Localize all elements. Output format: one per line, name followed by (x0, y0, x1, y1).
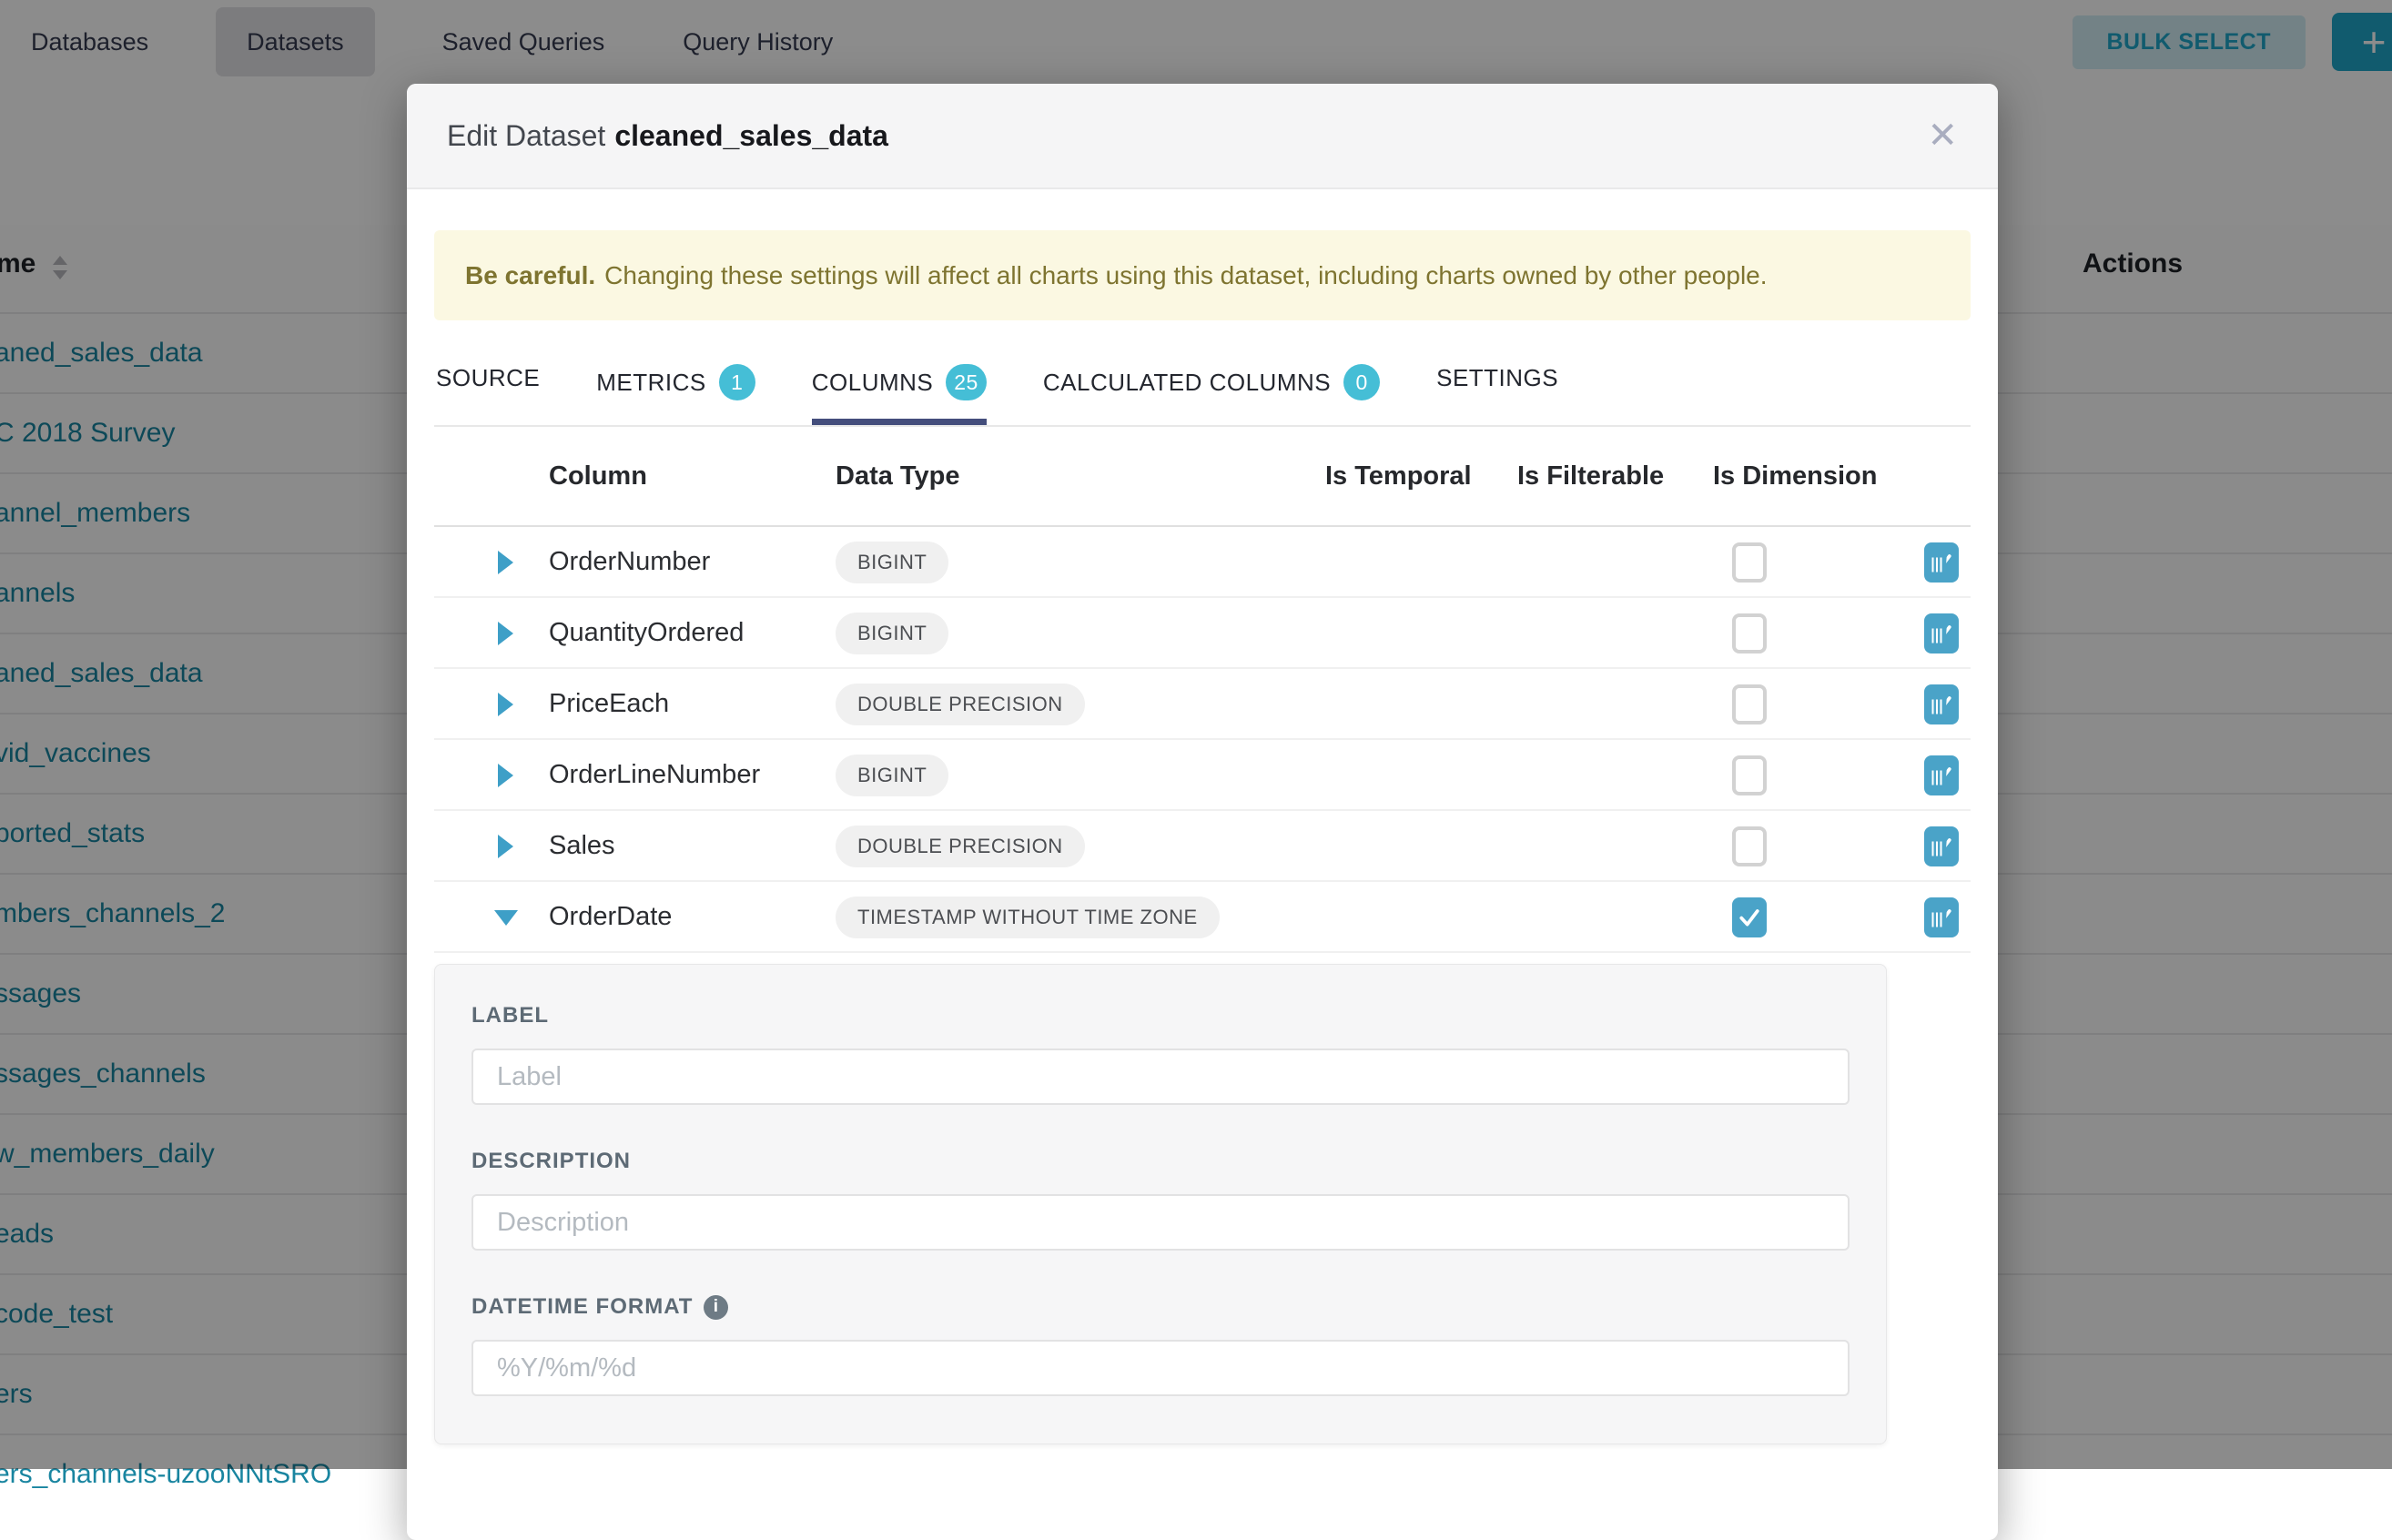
tab-count-badge: 1 (719, 364, 755, 400)
trash-icon (1925, 545, 1949, 576)
tab-count-badge: 0 (1343, 364, 1380, 400)
modal-tab[interactable]: SOURCE (436, 350, 540, 417)
column-row: OrderDate TIMESTAMP WITHOUT TIME ZONE (434, 882, 1971, 953)
column-row: Sales DOUBLE PRECISION (434, 811, 1971, 882)
data-type-pill: BIGINT (836, 755, 948, 796)
expand-caret-icon[interactable] (498, 551, 513, 574)
is-temporal-checkbox[interactable] (1732, 613, 1767, 653)
columns-table: Column Data Type Is Temporal Is Filterab… (434, 427, 1971, 953)
column-row: OrderNumber BIGINT (434, 527, 1971, 598)
modal-tab[interactable]: SETTINGS (1436, 350, 1558, 417)
close-icon: ✕ (1927, 116, 1958, 156)
expand-caret-icon[interactable] (498, 693, 513, 716)
modal-tab[interactable]: METRICS 1 (596, 350, 755, 425)
modal-title-dataset-name: cleaned_sales_data (614, 119, 888, 152)
expand-caret-icon[interactable] (498, 622, 513, 645)
column-row: PriceEach DOUBLE PRECISION (434, 669, 1971, 740)
column-detail-panel: LABEL DESCRIPTION DATETIME FORMAT i (434, 964, 1887, 1444)
warning-banner: Be careful. Changing these settings will… (434, 230, 1971, 320)
datetime-format-title-text: DATETIME FORMAT (471, 1294, 693, 1320)
is-temporal-checkbox[interactable] (1732, 897, 1767, 937)
modal-tab-label: SETTINGS (1436, 364, 1558, 392)
datetime-format-input[interactable] (471, 1340, 1850, 1396)
column-name: QuantityOrdered (549, 618, 744, 648)
modal-tab-label: SOURCE (436, 364, 540, 392)
delete-column-button[interactable] (1925, 900, 1949, 931)
columns-table-header: Column Data Type Is Temporal Is Filterab… (434, 427, 1971, 527)
is-temporal-header: Is Temporal (1325, 461, 1472, 491)
column-header: Column (549, 461, 647, 491)
trash-icon (1925, 900, 1949, 931)
datetime-format-field-title: DATETIME FORMAT i (471, 1294, 1850, 1320)
description-field-group: DESCRIPTION (471, 1149, 1850, 1251)
data-type-pill: DOUBLE PRECISION (836, 684, 1085, 725)
is-dimension-header: Is Dimension (1713, 461, 1878, 491)
modal-header: Edit Dataset cleaned_sales_data ✕ (407, 84, 1998, 189)
expand-caret-icon[interactable] (498, 764, 513, 787)
label-field-group: LABEL (471, 1003, 1850, 1105)
trash-icon (1925, 616, 1949, 647)
column-row: QuantityOrdered BIGINT (434, 598, 1971, 669)
data-type-header: Data Type (836, 461, 959, 491)
column-name: OrderNumber (549, 547, 710, 577)
modal-title-prefix: Edit Dataset (447, 119, 605, 152)
modal-tab-label: METRICS (596, 369, 706, 397)
column-name: OrderLineNumber (549, 760, 760, 790)
column-row: OrderLineNumber BIGINT (434, 740, 1971, 811)
is-temporal-checkbox[interactable] (1732, 755, 1767, 795)
info-icon[interactable]: i (704, 1295, 728, 1320)
column-name: Sales (549, 831, 615, 861)
delete-column-button[interactable] (1925, 687, 1949, 718)
data-type-pill: DOUBLE PRECISION (836, 826, 1085, 867)
is-temporal-checkbox[interactable] (1732, 542, 1767, 583)
description-input[interactable] (471, 1194, 1850, 1251)
warning-banner-text: Changing these settings will affect all … (604, 261, 1767, 290)
modal-tab[interactable]: COLUMNS 25 (812, 350, 987, 425)
is-temporal-checkbox[interactable] (1732, 684, 1767, 724)
label-input[interactable] (471, 1049, 1850, 1105)
is-filterable-header: Is Filterable (1517, 461, 1664, 491)
is-temporal-checkbox[interactable] (1732, 826, 1767, 866)
datetime-format-field-group: DATETIME FORMAT i (471, 1294, 1850, 1396)
data-type-pill: TIMESTAMP WITHOUT TIME ZONE (836, 897, 1220, 938)
modal-tabs: SOURCE METRICS 1 COLUMNS 25 CALCULATED C… (434, 350, 1971, 427)
tab-count-badge: 25 (946, 364, 987, 400)
delete-column-button[interactable] (1925, 829, 1949, 860)
trash-icon (1925, 758, 1949, 789)
expand-caret-icon[interactable] (498, 835, 513, 858)
trash-icon (1925, 687, 1949, 718)
delete-column-button[interactable] (1925, 616, 1949, 647)
close-button[interactable]: ✕ (1927, 117, 1958, 154)
columns-table-rows: OrderNumber BIGINT QuantityOrdered BIGIN… (434, 527, 1971, 953)
column-name: PriceEach (549, 689, 669, 719)
modal-tab-label: COLUMNS (812, 369, 934, 397)
data-type-pill: BIGINT (836, 613, 948, 654)
modal-tab[interactable]: CALCULATED COLUMNS 0 (1043, 350, 1380, 425)
description-field-title: DESCRIPTION (471, 1149, 1850, 1174)
modal-tab-label: CALCULATED COLUMNS (1043, 369, 1331, 397)
data-type-pill: BIGINT (836, 542, 948, 583)
delete-column-button[interactable] (1925, 545, 1949, 576)
label-field-title: LABEL (471, 1003, 1850, 1028)
trash-icon (1925, 829, 1949, 860)
column-name: OrderDate (549, 902, 672, 932)
delete-column-button[interactable] (1925, 758, 1949, 789)
modal-body: Be careful. Changing these settings will… (407, 230, 1998, 1444)
expand-caret-icon[interactable] (494, 910, 518, 926)
edit-dataset-modal: Edit Dataset cleaned_sales_data ✕ Be care… (407, 84, 1998, 1540)
warning-banner-bold: Be careful. (465, 261, 595, 290)
modal-title: Edit Dataset cleaned_sales_data (447, 119, 888, 153)
